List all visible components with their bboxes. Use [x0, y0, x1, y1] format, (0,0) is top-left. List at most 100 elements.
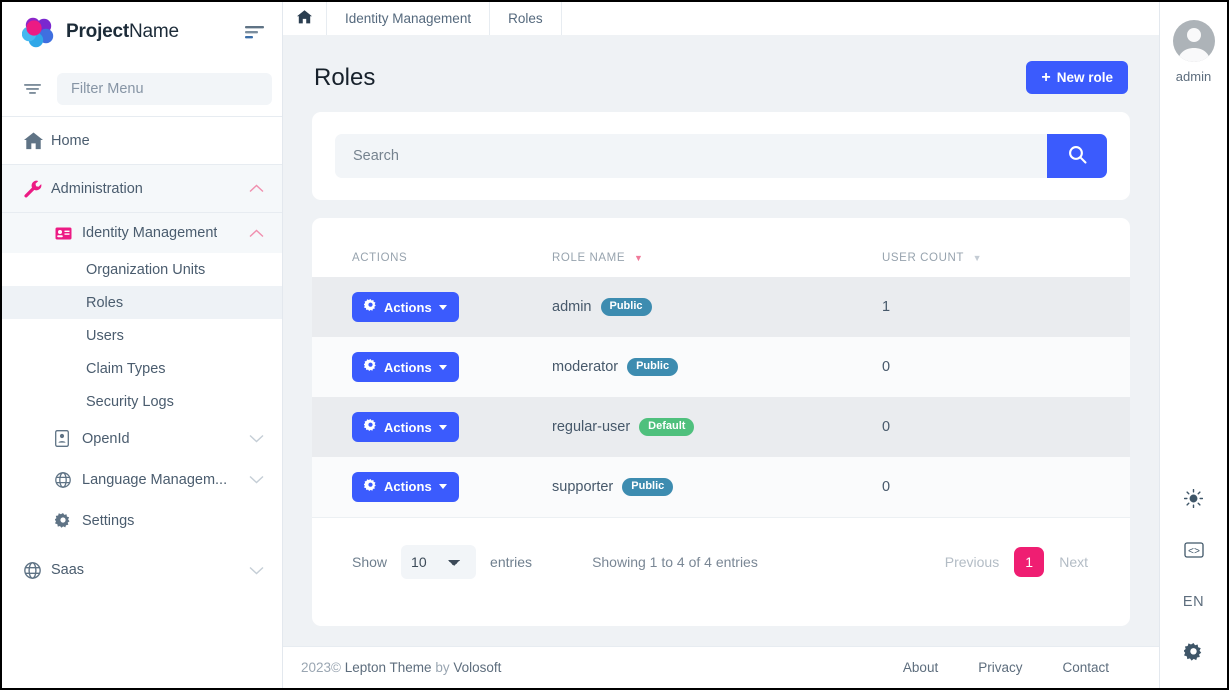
pagination-page-1[interactable]: 1: [1014, 547, 1044, 577]
page-header: Roles + New role: [312, 35, 1130, 112]
new-role-button[interactable]: + New role: [1026, 61, 1128, 94]
footer-link-about[interactable]: About: [883, 660, 958, 675]
pagination-controls: Previous 1 Next: [933, 547, 1100, 577]
plus-icon: +: [1041, 70, 1050, 86]
role-name: admin: [552, 299, 592, 315]
openid-icon: [55, 430, 77, 447]
sidebar-nav: Home Administration: [2, 116, 282, 688]
pagination-next[interactable]: Next: [1047, 554, 1100, 570]
sidebar-item-roles[interactable]: Roles: [2, 286, 282, 319]
gear-icon: [364, 419, 377, 435]
row-actions-button[interactable]: Actions: [352, 352, 459, 382]
sidebar-item-organization-units[interactable]: Organization Units: [2, 253, 282, 286]
caret-down-icon: [439, 305, 447, 310]
sidebar-item-claim-types[interactable]: Claim Types: [2, 352, 282, 385]
sidebar-item-label: Security Logs: [86, 394, 174, 410]
breadcrumb-item-identity-management[interactable]: Identity Management: [327, 2, 490, 35]
sidebar-item-language-management[interactable]: Language Managem...: [2, 459, 282, 500]
filter-icon[interactable]: [24, 83, 41, 95]
sidebar-item-saas[interactable]: Saas: [2, 549, 282, 591]
row-actions-button[interactable]: Actions: [352, 412, 459, 442]
sidebar-item-label: Identity Management: [82, 225, 217, 241]
code-icon[interactable]: <>: [1174, 530, 1214, 570]
footer-link-contact[interactable]: Contact: [1042, 660, 1129, 675]
sidebar-item-openid[interactable]: OpenId: [2, 418, 282, 459]
home-icon: [24, 132, 46, 150]
table-row[interactable]: Actions moderator Public 0: [312, 337, 1130, 397]
role-name: supporter: [552, 479, 613, 495]
chevron-up-icon: [249, 184, 264, 193]
footer-link-privacy[interactable]: Privacy: [958, 660, 1042, 675]
column-header-actions[interactable]: ACTIONS: [312, 218, 552, 277]
breadcrumb-home[interactable]: [283, 2, 327, 35]
column-header-user-count[interactable]: USER COUNT ▼: [882, 218, 1130, 277]
search-icon: [1068, 145, 1087, 167]
chevron-down-icon: [249, 475, 264, 484]
brand-title: ProjectName: [66, 21, 179, 43]
sidebar-item-security-logs[interactable]: Security Logs: [2, 385, 282, 418]
gear-icon[interactable]: [1174, 632, 1214, 672]
column-header-user-count-label: USER COUNT: [882, 252, 964, 264]
home-icon: [297, 10, 312, 27]
new-role-button-label: New role: [1057, 70, 1113, 85]
gear-icon: [364, 359, 377, 375]
footer-year: 2023©: [301, 660, 345, 675]
sidebar-item-users[interactable]: Users: [2, 319, 282, 352]
roles-table-card: ACTIONS ROLE NAME ▼ USER COUNT ▼: [312, 218, 1130, 626]
project-logo-icon: [22, 15, 56, 49]
sidebar-item-administration[interactable]: Administration: [2, 164, 282, 212]
filter-menu-input[interactable]: [57, 73, 272, 105]
row-actions-button[interactable]: Actions: [352, 472, 459, 502]
sort-chevron-down-icon: ▼: [973, 253, 983, 263]
gear-icon: [364, 299, 377, 315]
show-label: Show: [352, 554, 387, 570]
row-role-cell: regular-user Default: [552, 397, 882, 457]
status-badge: Public: [627, 358, 678, 376]
menu-fold-icon[interactable]: [245, 25, 264, 39]
table-head: ACTIONS ROLE NAME ▼ USER COUNT ▼: [312, 218, 1130, 277]
caret-down-icon: [439, 365, 447, 370]
caret-down-icon: [439, 425, 447, 430]
row-role-cell: moderator Public: [552, 337, 882, 397]
footer-links: About Privacy Contact: [883, 660, 1129, 675]
rail-username[interactable]: admin: [1176, 69, 1211, 84]
sidebar-item-label: Language Managem...: [82, 472, 227, 488]
chevron-down-icon: [249, 566, 264, 575]
table-row[interactable]: Actions regular-user Default 0: [312, 397, 1130, 457]
pagination-previous[interactable]: Previous: [933, 554, 1011, 570]
sidebar-item-identity-management[interactable]: Identity Management: [2, 212, 282, 253]
row-actions-label: Actions: [384, 300, 432, 315]
brightness-icon[interactable]: [1174, 478, 1214, 518]
sidebar-item-label: Users: [86, 328, 124, 344]
table-row[interactable]: Actions admin Public 1: [312, 277, 1130, 337]
app-root: ProjectName: [2, 2, 1227, 688]
status-badge: Default: [639, 418, 694, 436]
caret-down-icon: [439, 484, 447, 489]
column-header-role-name[interactable]: ROLE NAME ▼: [552, 218, 882, 277]
footer-theme: Lepton Theme: [345, 660, 432, 675]
brand-light: Name: [129, 21, 179, 42]
row-role-cell: admin Public: [552, 277, 882, 337]
avatar[interactable]: [1173, 20, 1215, 62]
roles-table: ACTIONS ROLE NAME ▼ USER COUNT ▼: [312, 218, 1130, 518]
page-title: Roles: [314, 64, 375, 92]
row-user-count-cell: 0: [882, 397, 1130, 457]
row-actions-button[interactable]: Actions: [352, 292, 459, 322]
row-actions-label: Actions: [384, 420, 432, 435]
language-switcher[interactable]: EN: [1183, 582, 1204, 622]
search-input[interactable]: [335, 134, 1047, 178]
breadcrumb: Identity Management Roles: [283, 2, 1159, 35]
footer-by: by: [432, 660, 454, 675]
search-button[interactable]: [1047, 134, 1107, 178]
id-card-icon: [55, 227, 77, 240]
breadcrumb-item-roles[interactable]: Roles: [490, 2, 562, 35]
sidebar-item-settings[interactable]: Settings: [2, 500, 282, 541]
page-size-select[interactable]: 10 25 50 100: [401, 545, 476, 579]
wrench-icon: [24, 180, 46, 198]
column-header-actions-label: ACTIONS: [352, 252, 407, 264]
main-column: Identity Management Roles Roles + New ro…: [283, 2, 1159, 688]
footer-company: Volosoft: [453, 660, 501, 675]
row-actions-label: Actions: [384, 479, 432, 494]
sidebar-item-home[interactable]: Home: [2, 116, 282, 164]
table-row[interactable]: Actions supporter Public 0: [312, 457, 1130, 517]
